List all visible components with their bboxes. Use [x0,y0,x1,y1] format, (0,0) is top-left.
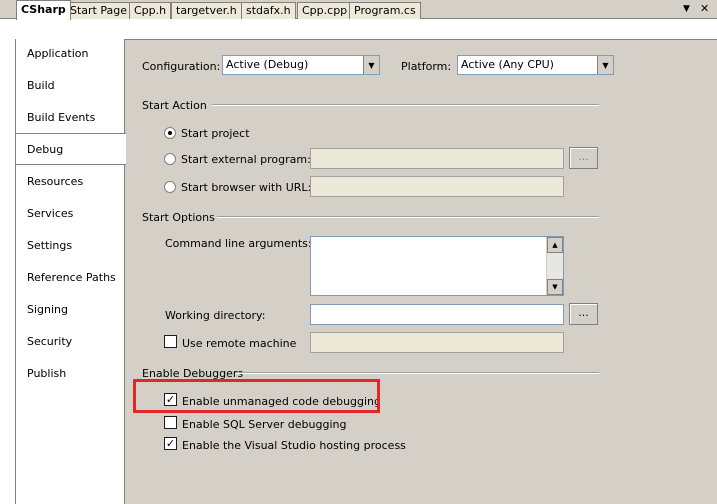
nav-item-services[interactable]: Services [27,207,73,220]
working-directory-label: Working directory: [165,309,266,322]
nav-item-debug[interactable]: Debug [27,143,63,156]
tab-label: Start Page [70,4,127,17]
scroll-down-icon[interactable]: ▼ [547,279,563,295]
tab-label: stdafx.h [246,4,291,17]
command-line-label: Command line arguments: [165,237,312,250]
configuration-label: Configuration: [142,60,221,73]
tab-stdafx-h[interactable]: stdafx.h [241,2,296,19]
nav-item-application[interactable]: Application [27,47,88,60]
tab-label: Cpp.cpp [302,4,348,17]
nav-item-resources[interactable]: Resources [27,175,83,188]
working-directory-field[interactable] [310,304,564,325]
nav-item-settings[interactable]: Settings [27,239,72,252]
scroll-up-icon[interactable]: ▲ [547,237,563,253]
document-tab-strip: CSharp Start Page Cpp.h targetver.h stda… [0,0,717,20]
tab-cpp-cpp[interactable]: Cpp.cpp [297,2,353,19]
configuration-combo[interactable]: Active (Debug) ▼ [222,55,380,75]
nav-item-publish[interactable]: Publish [27,367,66,380]
browser-url-field[interactable] [310,176,564,197]
working-directory-browse-button[interactable]: ... [569,303,598,325]
command-line-textarea[interactable]: ▲ ▼ [310,236,564,296]
start-project-label: Start project [181,127,250,140]
tab-label: Program.cs [354,4,416,17]
tab-start-page[interactable]: Start Page [65,2,132,19]
section-divider [217,216,599,218]
nav-item-signing[interactable]: Signing [27,303,68,316]
tab-label: CSharp [21,3,66,16]
hosting-process-checkbox[interactable]: ✓ [164,437,177,450]
remote-machine-field[interactable] [310,332,564,353]
tab-csharp[interactable]: CSharp [16,0,71,20]
tab-label: Cpp.h [134,4,167,17]
tab-program-cs[interactable]: Program.cs [349,2,421,19]
textarea-scrollbar[interactable]: ▲ ▼ [546,237,563,295]
sql-debugging-checkbox[interactable] [164,416,177,429]
chevron-down-icon: ▼ [597,56,613,74]
use-remote-machine-label: Use remote machine [182,337,297,350]
platform-combo[interactable]: Active (Any CPU) ▼ [457,55,614,75]
start-action-title: Start Action [142,99,207,112]
external-program-field[interactable] [310,148,564,169]
chevron-down-icon: ▼ [363,56,379,74]
start-browser-radio[interactable] [164,181,176,193]
start-browser-label: Start browser with URL: [181,181,312,194]
external-program-browse-button[interactable]: ... [569,147,598,169]
use-remote-machine-checkbox[interactable] [164,335,177,348]
section-divider [236,372,599,374]
nav-item-build[interactable]: Build [27,79,55,92]
tab-targetver-h[interactable]: targetver.h [171,2,242,19]
highlight-annotation-box [133,379,380,413]
nav-item-build-events[interactable]: Build Events [27,111,95,124]
configuration-value: Active (Debug) [226,58,309,71]
sql-debugging-label: Enable SQL Server debugging [182,418,347,431]
start-external-radio[interactable] [164,153,176,165]
start-options-title: Start Options [142,211,215,224]
tab-label: targetver.h [176,4,237,17]
radio-dot [168,131,172,135]
hosting-process-label: Enable the Visual Studio hosting process [182,439,406,452]
nav-item-reference-paths[interactable]: Reference Paths [27,271,116,284]
platform-label: Platform: [401,60,452,73]
section-divider [212,104,599,106]
close-icon[interactable]: ✕ [700,2,709,15]
nav-item-security[interactable]: Security [27,335,72,348]
tab-cpp-h[interactable]: Cpp.h [129,2,172,19]
start-external-label: Start external program: [181,153,311,166]
tab-dropdown-icon[interactable]: ▼ [683,4,690,14]
platform-value: Active (Any CPU) [461,58,554,71]
start-project-radio[interactable] [164,127,176,139]
